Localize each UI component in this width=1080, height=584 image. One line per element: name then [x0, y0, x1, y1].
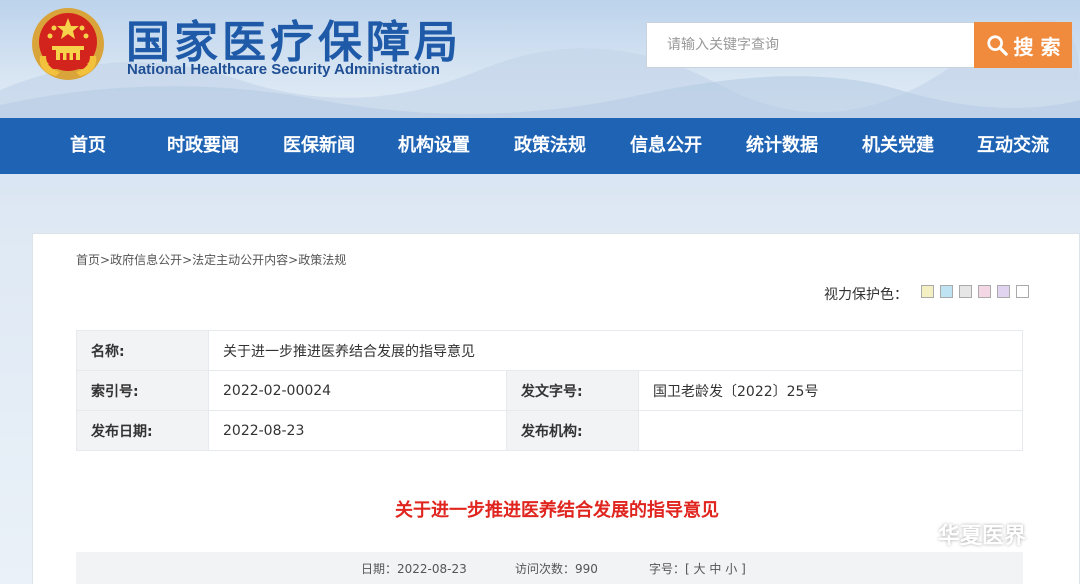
site-subtitle: National Healthcare Security Administrat… [127, 61, 440, 78]
breadcrumb-legal-content[interactable]: 法定主动公开内容 [192, 253, 288, 267]
table-row: 名称: 关于进一步推进医养结合发展的指导意见 [76, 330, 1023, 371]
eye-color-swatch[interactable] [1016, 285, 1029, 298]
search-input[interactable]: 请输入关键字查询 [646, 22, 976, 68]
wechat-icon [898, 521, 930, 546]
info-font-size: 字号：[ 大 中 小 ] [649, 560, 746, 577]
search-button[interactable]: 搜 索 [974, 22, 1072, 68]
font-size-label: 字号： [649, 562, 686, 576]
nav-item-home[interactable]: 首页 [70, 118, 106, 174]
info-visits: 访问次数：990 [515, 560, 598, 577]
eye-protection-label: 视力保护色： [824, 287, 908, 303]
search-icon [986, 35, 1008, 56]
nav-item-policy[interactable]: 政策法规 [514, 118, 586, 174]
issuer-label: 发布机构: [506, 410, 639, 451]
index-value: 2022-02-00024 [208, 370, 507, 411]
issuer-value [638, 410, 1023, 451]
site-header: 国家医疗保障局 National Healthcare Security Adm… [0, 0, 1080, 118]
document-meta-table: 名称: 关于进一步推进医养结合发展的指导意见 索引号: 2022-02-0002… [76, 330, 1023, 451]
name-value: 关于进一步推进医养结合发展的指导意见 [208, 330, 1023, 371]
eye-color-swatch[interactable] [959, 285, 972, 298]
watermark-text: 华夏医界 [938, 524, 1027, 549]
nav-item-organization[interactable]: 机构设置 [398, 118, 470, 174]
nav-item-news[interactable]: 时政要闻 [167, 118, 239, 174]
name-label: 名称: [76, 330, 209, 371]
doc-number-label: 发文字号: [506, 370, 639, 411]
table-row: 索引号: 2022-02-00024 发文字号: 国卫老龄发〔2022〕25号 [76, 370, 1023, 411]
national-emblem-icon [32, 8, 104, 80]
breadcrumb: 首页>政府信息公开>法定主动公开内容>政策法规 [76, 251, 346, 268]
watermark: 华夏医界 [898, 518, 1026, 550]
info-visits-value: 990 [575, 562, 598, 576]
info-date-value: 2022-08-23 [397, 562, 467, 576]
font-size-medium-link[interactable]: 中 [709, 562, 721, 576]
nav-item-healthcare-news[interactable]: 医保新闻 [283, 118, 355, 174]
eye-color-swatch[interactable] [997, 285, 1010, 298]
breadcrumb-home[interactable]: 首页 [76, 253, 100, 267]
main-nav: 首页 时政要闻 医保新闻 机构设置 政策法规 信息公开 统计数据 机关党建 互动… [0, 118, 1080, 174]
publish-date-value: 2022-08-23 [208, 410, 507, 451]
index-label: 索引号: [76, 370, 209, 411]
eye-color-swatch[interactable] [921, 285, 934, 298]
font-size-bracket: ] [741, 562, 746, 576]
nav-item-party[interactable]: 机关党建 [862, 118, 934, 174]
search-button-label: 搜 索 [1013, 34, 1061, 59]
breadcrumb-gov-info[interactable]: 政府信息公开 [110, 253, 182, 267]
nav-item-disclosure[interactable]: 信息公开 [630, 118, 702, 174]
info-visits-label: 访问次数： [515, 562, 576, 576]
info-date-label: 日期： [361, 562, 398, 576]
nav-item-statistics[interactable]: 统计数据 [746, 118, 818, 174]
doc-number-value: 国卫老龄发〔2022〕25号 [638, 370, 1023, 411]
info-date: 日期：2022-08-23 [361, 560, 467, 577]
breadcrumb-separator: > [182, 253, 193, 267]
font-size-bracket: [ [685, 562, 690, 576]
table-row: 发布日期: 2022-08-23 发布机构: [76, 410, 1023, 451]
eye-color-swatch[interactable] [978, 285, 991, 298]
font-size-large-link[interactable]: 大 [694, 562, 706, 576]
eye-color-swatch[interactable] [940, 285, 953, 298]
font-size-small-link[interactable]: 小 [725, 562, 737, 576]
breadcrumb-separator: > [288, 253, 299, 267]
document-info-bar: 日期：2022-08-23 访问次数：990 字号：[ 大 中 小 ] [76, 552, 1023, 584]
breadcrumb-policy[interactable]: 政策法规 [298, 253, 346, 267]
publish-date-label: 发布日期: [76, 410, 209, 451]
breadcrumb-separator: > [100, 253, 111, 267]
nav-item-interaction[interactable]: 互动交流 [977, 118, 1049, 174]
